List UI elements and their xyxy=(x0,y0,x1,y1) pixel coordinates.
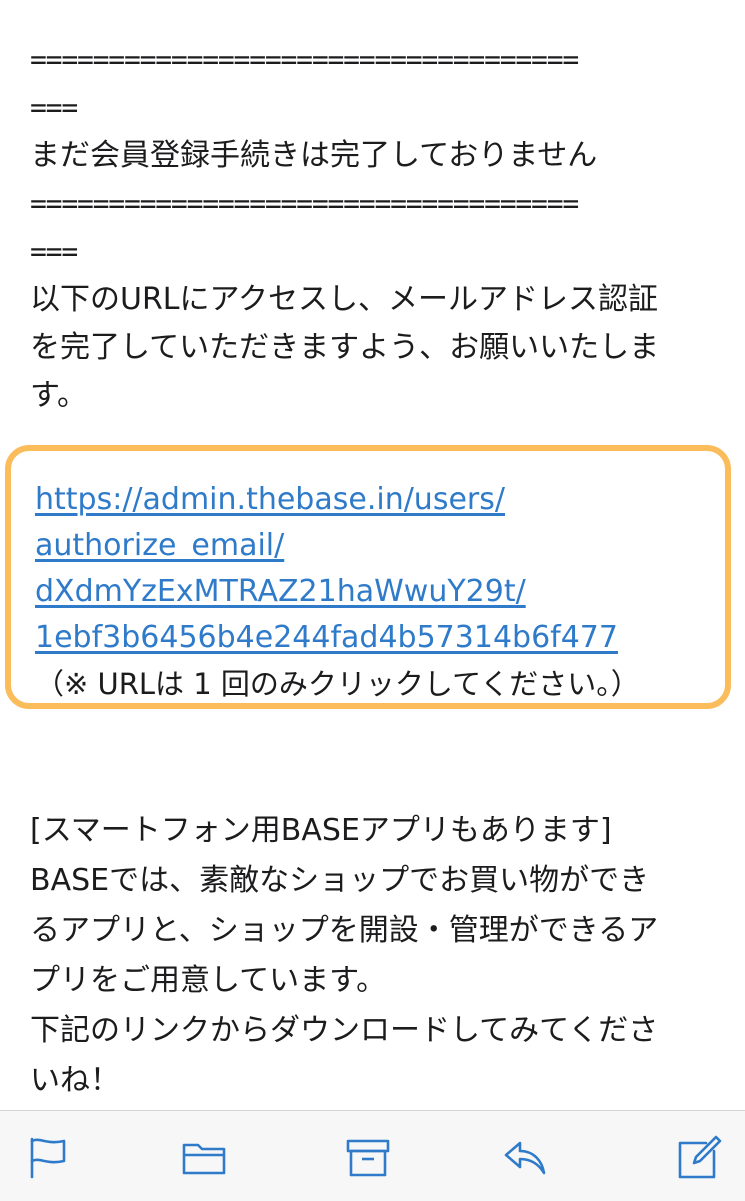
compose-icon xyxy=(678,1135,722,1179)
app-promo-text-line: いね！ xyxy=(30,1063,120,1098)
status-message: まだ会員登録手続きは完了しておりません xyxy=(30,138,598,173)
auth-url-link[interactable]: authorize_email/ xyxy=(35,523,725,569)
archive-button[interactable] xyxy=(344,1133,392,1181)
auth-url-note: （※ URLは 1 回のみクリックしてください。） xyxy=(35,667,640,701)
compose-button[interactable] xyxy=(676,1133,724,1181)
reply-icon xyxy=(504,1141,546,1175)
separator-line: =================================== xyxy=(30,43,579,76)
separator-line-tail: === xyxy=(30,91,78,124)
flag-button[interactable] xyxy=(24,1133,72,1181)
separator-line: =================================== xyxy=(30,187,579,220)
instruction-text-line: す。 xyxy=(30,378,87,413)
app-promo-section: [スマートフォン用BASEアプリもあります] BASEでは、素敵なショップでお買… xyxy=(30,806,720,1106)
auth-url-link[interactable]: 1ebf3b6456b4e244fad4b57314b6f477 xyxy=(35,615,725,661)
separator-line-tail: === xyxy=(30,235,78,268)
reply-button[interactable] xyxy=(500,1133,548,1181)
folder-icon xyxy=(182,1143,226,1175)
mail-toolbar xyxy=(0,1110,745,1201)
flag-icon xyxy=(30,1137,66,1179)
archive-icon xyxy=(346,1139,390,1177)
app-promo-text-line: BASEでは、素敵なショップでお買い物ができ xyxy=(30,863,650,898)
auth-url-highlight-box: https://admin.thebase.in/users/ authoriz… xyxy=(5,445,731,709)
auth-url-link[interactable]: dXdmYzExMTRAZ21haWwuY29t/ xyxy=(35,569,725,615)
app-promo-text-line: 下記のリンクからダウンロードしてみてくださ xyxy=(30,1013,659,1048)
auth-url-link[interactable]: https://admin.thebase.in/users/ xyxy=(35,477,725,523)
app-promo-text-line: プリをご用意しています。 xyxy=(30,963,387,998)
move-to-folder-button[interactable] xyxy=(180,1133,228,1181)
instruction-text-line: 以下のURLにアクセスし、メールアドレス認証 xyxy=(30,282,659,317)
instruction-text-line: を完了していただきますよう、お願いいたしま xyxy=(30,330,660,365)
app-promo-text-line: るアプリと、ショップを開設・管理ができるア xyxy=(30,913,659,948)
app-promo-heading: [スマートフォン用BASEアプリもあります] xyxy=(30,813,612,848)
email-body: =================================== === … xyxy=(30,36,720,420)
